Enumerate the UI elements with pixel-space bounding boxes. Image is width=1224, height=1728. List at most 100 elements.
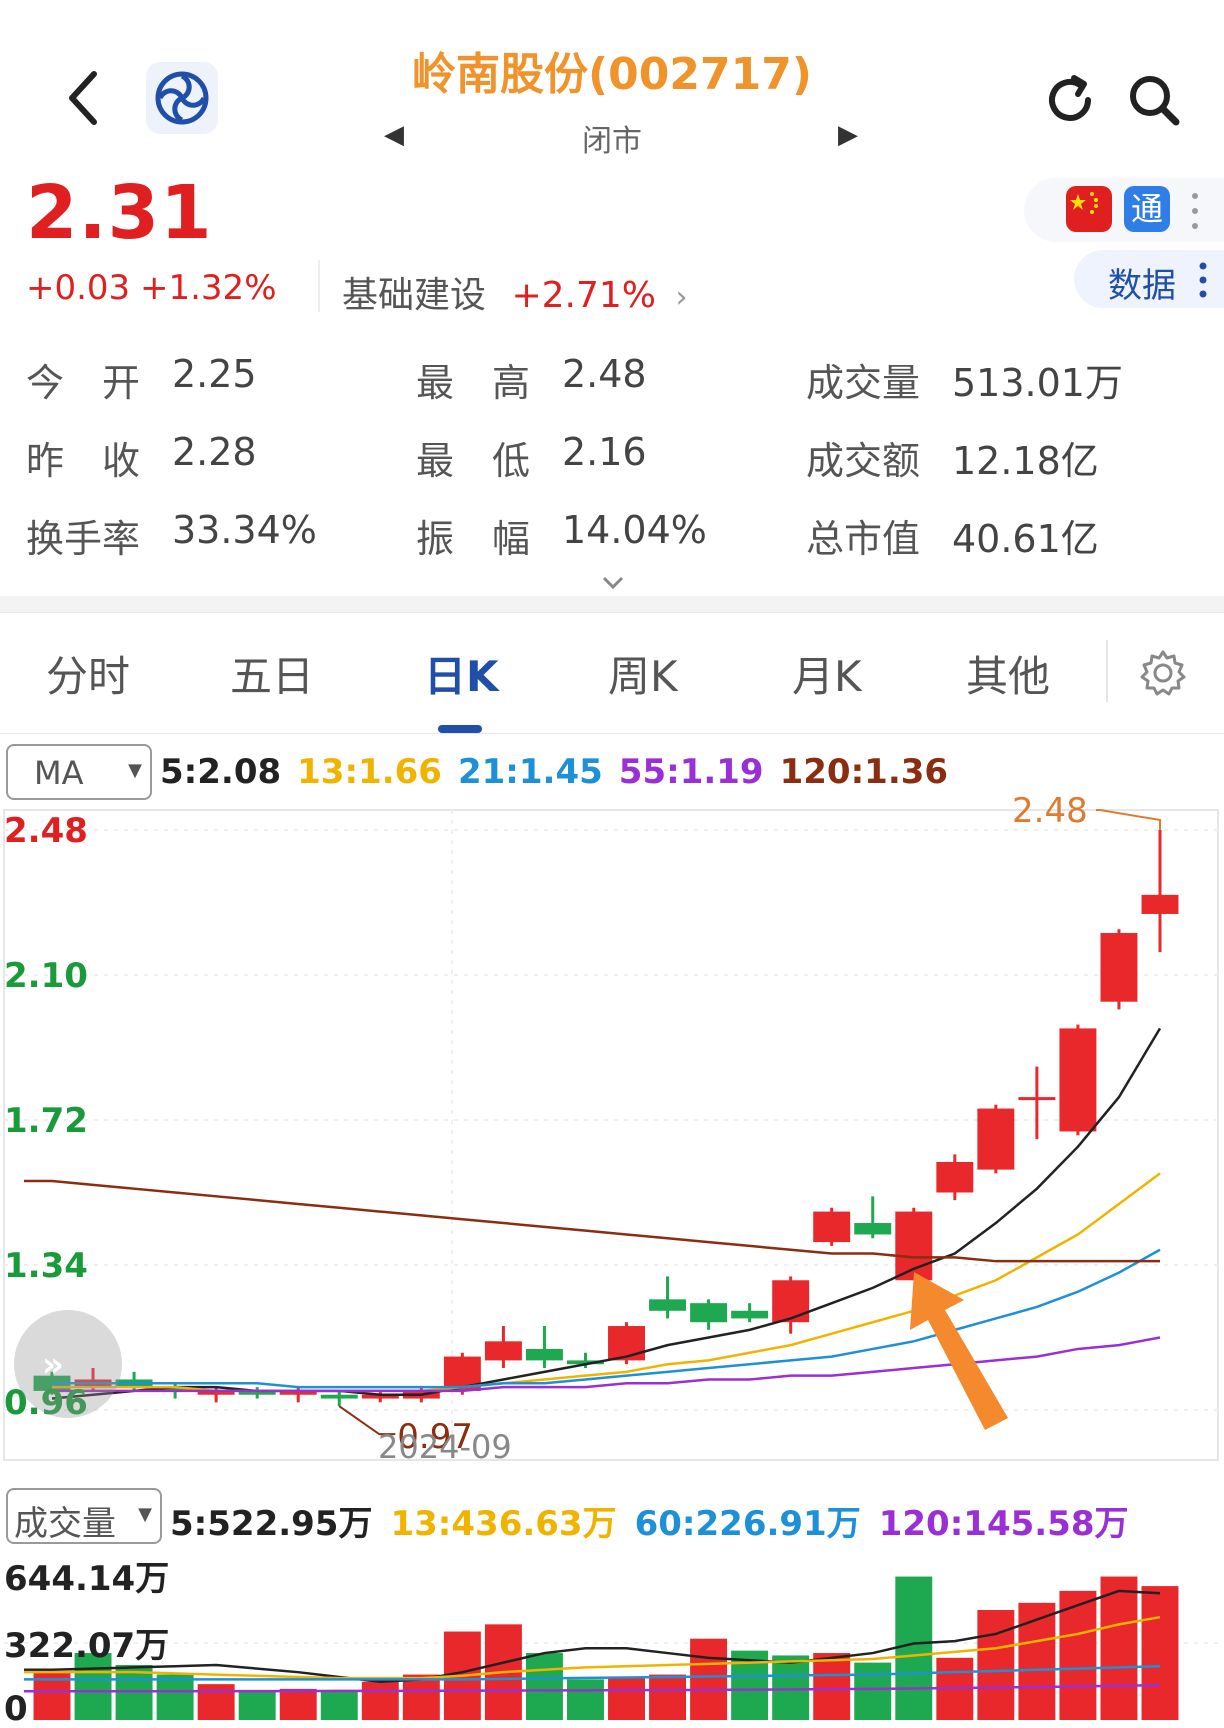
tab-2[interactable]: 日K bbox=[424, 643, 499, 704]
stat-value: 40.61亿 bbox=[952, 517, 1099, 561]
legend-item: 55:1.19 bbox=[618, 752, 764, 792]
ma-legend: 5:2.08 13:1.66 21:1.45 55:1.19 120:1.36 bbox=[160, 752, 964, 792]
candle-body bbox=[484, 1341, 522, 1361]
volume-bar bbox=[977, 1610, 1015, 1720]
volume-legend: 5:522.95万 13:436.63万 60:226.91万 120:145.58万 bbox=[170, 1496, 1147, 1545]
tabs-divider bbox=[1106, 640, 1108, 702]
active-tab-indicator bbox=[438, 725, 482, 733]
volume-bar bbox=[813, 1653, 851, 1720]
candlestick-chart[interactable]: 2.482.101.721.340.962.480.972024-09» bbox=[0, 790, 1224, 1480]
price-change-pct: +1.32% bbox=[140, 268, 277, 308]
more-vertical-icon bbox=[1199, 262, 1207, 298]
y-tick-label: 2.10 bbox=[4, 956, 88, 996]
tab-4[interactable]: 月K bbox=[792, 643, 862, 704]
candle-body bbox=[1059, 1028, 1097, 1132]
volume-bar bbox=[320, 1691, 358, 1720]
volume-chart[interactable]: 644.14万 322.07万 0 bbox=[0, 1548, 1224, 1728]
chevron-right-icon: › bbox=[675, 280, 688, 315]
ma-selector-label: MA bbox=[34, 754, 84, 792]
x-axis-date-label: 2024-09 bbox=[378, 1428, 512, 1466]
orange-arrow-icon bbox=[910, 1272, 1008, 1430]
candle-body bbox=[608, 1326, 645, 1361]
stat-label: 最 高 bbox=[416, 361, 531, 405]
next-stock-icon[interactable]: ▶ bbox=[838, 120, 858, 150]
sector-name: 基础建设 bbox=[342, 275, 487, 316]
volume-bar bbox=[649, 1674, 687, 1720]
tab-1[interactable]: 五日 bbox=[230, 643, 314, 704]
ma-line-120 bbox=[24, 1179, 1160, 1263]
connect-badge[interactable]: 通 bbox=[1124, 186, 1170, 232]
more-icon[interactable] bbox=[1190, 190, 1200, 232]
refresh-icon[interactable] bbox=[1040, 70, 1100, 130]
volume-y-tick-label: 322.07万 bbox=[4, 1626, 169, 1666]
stat-label: 成交量 bbox=[806, 361, 921, 405]
stat-label: 昨 收 bbox=[26, 439, 141, 483]
volume-bar bbox=[525, 1653, 563, 1720]
stat-label: 振 幅 bbox=[416, 517, 531, 561]
sector-link[interactable]: 基础建设 +2.71% › bbox=[342, 266, 687, 318]
legend-item: 60:226.91万 bbox=[634, 1504, 861, 1544]
stat-value: 2.16 bbox=[562, 430, 647, 474]
volume-bar bbox=[854, 1662, 892, 1720]
volume-bar bbox=[279, 1688, 317, 1720]
max-pointer bbox=[1096, 809, 1161, 830]
volume-y-tick-label: 644.14万 bbox=[4, 1559, 169, 1599]
candle-body bbox=[977, 1108, 1015, 1170]
scroll-left-handle[interactable] bbox=[14, 1310, 122, 1418]
volume-selector[interactable]: 成交量 ▼ bbox=[6, 1488, 162, 1544]
expand-chevron-icon[interactable] bbox=[600, 574, 626, 592]
max-price-label: 2.48 bbox=[1012, 791, 1088, 831]
volume-bar bbox=[608, 1676, 645, 1720]
data-button-label: 数据 bbox=[1108, 266, 1176, 306]
legend-item: 120:145.58万 bbox=[878, 1504, 1129, 1544]
legend-item: 13:436.63万 bbox=[390, 1504, 617, 1544]
candle-body bbox=[525, 1348, 563, 1361]
stat-value: 12.18亿 bbox=[952, 439, 1099, 483]
volume-bar bbox=[361, 1681, 399, 1720]
search-icon[interactable] bbox=[1124, 70, 1184, 130]
ma-line-5 bbox=[51, 1027, 1162, 1400]
volume-selector-label: 成交量 bbox=[14, 1504, 116, 1544]
stat-label: 成交额 bbox=[806, 439, 921, 483]
data-button[interactable]: 数据 bbox=[1074, 250, 1224, 308]
volume-bar bbox=[690, 1638, 728, 1720]
stat-label: 今 开 bbox=[26, 361, 141, 405]
price-change: +0.03 bbox=[26, 268, 131, 308]
volume-bar bbox=[197, 1684, 235, 1720]
tab-0[interactable]: 分时 bbox=[46, 643, 130, 704]
candle-body bbox=[813, 1211, 851, 1243]
candle-body bbox=[1018, 1097, 1056, 1101]
dropdown-arrow-icon: ▼ bbox=[128, 760, 142, 781]
divider bbox=[318, 260, 320, 312]
legend-item: 5:522.95万 bbox=[170, 1504, 373, 1544]
candle-body bbox=[731, 1310, 769, 1319]
china-flag-icon bbox=[1066, 186, 1112, 232]
ma-line-13 bbox=[52, 1172, 1161, 1393]
legend-item: 21:1.45 bbox=[457, 752, 603, 792]
sector-change: +2.71% bbox=[511, 275, 656, 316]
stat-value: 14.04% bbox=[562, 508, 707, 552]
y-tick-label: 2.48 bbox=[4, 811, 88, 851]
candle-body bbox=[320, 1394, 358, 1399]
legend-item: 13:1.66 bbox=[297, 752, 442, 792]
settings-gear-icon[interactable] bbox=[1138, 648, 1188, 698]
legend-item: 5:2.08 bbox=[160, 752, 282, 792]
stat-label: 换手率 bbox=[26, 517, 141, 561]
volume-bar bbox=[895, 1576, 933, 1720]
candle-body bbox=[649, 1299, 687, 1311]
candle-body bbox=[1100, 933, 1138, 1002]
chart-tabs: 分时 五日 日K 周K 月K 其他 bbox=[0, 612, 1224, 734]
tab-3[interactable]: 周K bbox=[608, 643, 678, 704]
candle-body bbox=[772, 1280, 810, 1323]
candle-body bbox=[854, 1223, 892, 1235]
volume-bar bbox=[772, 1655, 810, 1720]
ma-line-21 bbox=[52, 1248, 1161, 1389]
stat-value: 33.34% bbox=[172, 508, 317, 552]
current-price: 2.31 bbox=[26, 170, 213, 256]
y-tick-label: 1.34 bbox=[4, 1246, 88, 1286]
candle-body bbox=[936, 1161, 974, 1193]
dropdown-arrow-icon: ▼ bbox=[138, 1504, 152, 1525]
stat-value: 2.25 bbox=[172, 352, 257, 396]
tab-5[interactable]: 其他 bbox=[966, 643, 1050, 704]
volume-bar bbox=[567, 1679, 604, 1720]
